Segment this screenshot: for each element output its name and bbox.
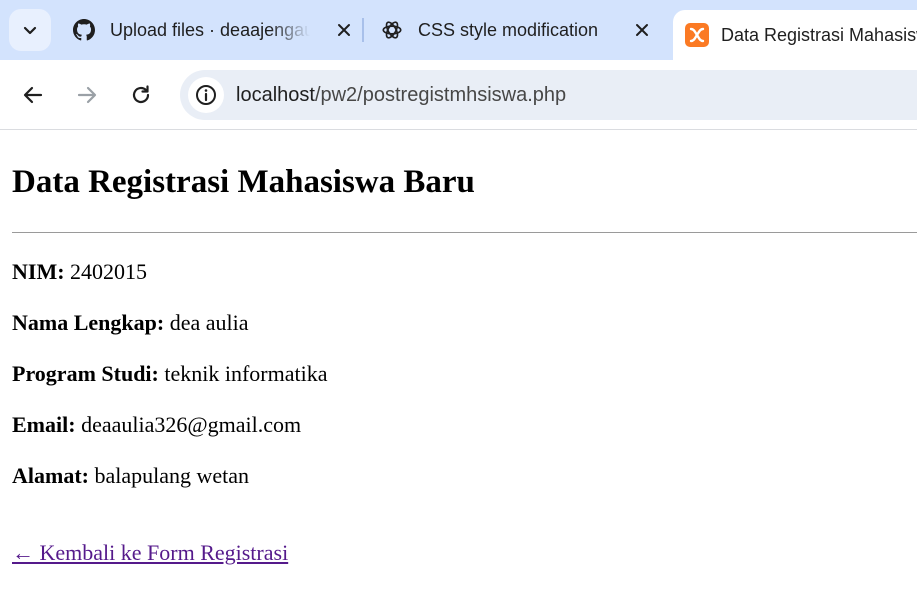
page-title: Data Registrasi Mahasiswa Baru [12,164,475,200]
field-label: NIM: [12,259,65,284]
tab-separator [362,18,364,42]
chatgpt-icon [380,18,404,42]
field-value: dea aulia [169,310,249,335]
field-nim: NIM: 2402015 [12,259,917,285]
field-value: 2402015 [70,259,148,284]
url-path: /pw2/postregistmhsiswa.php [314,83,567,106]
github-icon [72,18,96,42]
site-info-button[interactable] [188,77,224,113]
field-label: Nama Lengkap: [12,310,165,335]
close-tab-icon[interactable] [332,18,356,42]
url-host: localhost [236,83,315,106]
field-value: balapulang wetan [94,463,250,488]
tab-upload-files[interactable]: Upload files · deaajengaulia [72,0,362,60]
reload-button[interactable] [123,77,159,113]
field-email: Email: deaaulia326@gmail.com [12,412,917,438]
arrow-left-icon [23,86,43,104]
field-nama-lengkap: Nama Lengkap: dea aulia [12,310,917,336]
xampp-icon [685,23,709,47]
address-bar[interactable]: localhost/pw2/postregistmhsiswa.php [180,70,917,120]
tab-data-registrasi[interactable]: Data Registrasi Mahasiswa Baru [673,10,917,60]
back-to-form-link[interactable]: ← Kembali ke Form Registrasi [12,540,288,566]
tab-css-style[interactable]: CSS style modification [380,0,660,60]
tab-title: CSS style modification [418,19,599,40]
field-program-studi: Program Studi: teknik informatika [12,361,917,387]
field-label: Program Studi: [12,361,159,386]
info-icon [196,85,216,105]
reload-icon [132,85,150,104]
tab-search-button[interactable] [9,9,51,51]
url-text: localhost/pw2/postregistmhsiswa.php [236,84,566,107]
tab-title: Upload files · deaajengaulia [110,19,310,40]
browser-toolbar: localhost/pw2/postregistmhsiswa.php [0,60,917,130]
chevron-down-icon [23,26,37,35]
back-button[interactable] [15,77,51,113]
field-alamat: Alamat: balapulang wetan [12,463,917,489]
field-value: teknik informatika [164,361,328,386]
tab-title: Data Registrasi Mahasiswa Baru [721,24,917,45]
field-label: Email: [12,412,76,437]
tab-strip: Upload files · deaajengaulia CSS style m… [0,0,917,60]
forward-button[interactable] [69,77,105,113]
close-tab-icon[interactable] [630,18,654,42]
page-content: Data Registrasi Mahasiswa Baru NIM: 2402… [12,130,917,565]
arrow-right-icon [77,86,97,104]
field-value: deaaulia326@gmail.com [81,412,302,437]
field-label: Alamat: [12,463,89,488]
divider [12,232,917,233]
